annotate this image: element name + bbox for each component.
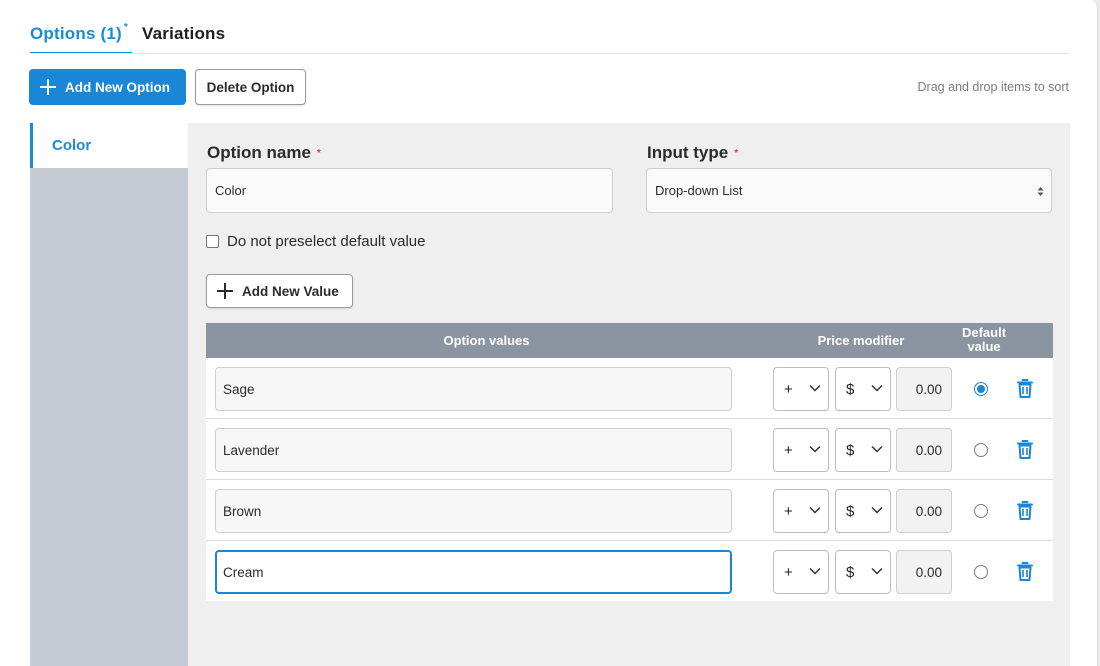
price-unit-select[interactable]: $ xyxy=(835,489,891,533)
default-value-radio[interactable] xyxy=(974,565,988,579)
preselect-row: Do not preselect default value xyxy=(206,233,425,250)
price-amount-input[interactable]: 0.00 xyxy=(896,489,952,533)
preselect-label: Do not preselect default value xyxy=(227,233,426,250)
trash-icon[interactable] xyxy=(1017,440,1033,459)
sidebar-item-color[interactable]: Color xyxy=(30,123,188,168)
header-option-values: Option values xyxy=(443,333,530,348)
add-new-option-label: Add New Option xyxy=(65,79,170,95)
tab-options-marker: * xyxy=(123,22,129,33)
option-value-input[interactable]: Brown xyxy=(215,489,732,533)
tab-variations[interactable]: Variations xyxy=(142,24,225,54)
table-row: Sage + $0.00 xyxy=(206,358,1053,419)
option-name-value: Color xyxy=(215,183,247,198)
price-sign-value: + xyxy=(784,502,793,520)
option-name-input[interactable]: Color xyxy=(206,168,613,213)
options-card: Options (1) * Variations Add New Option D… xyxy=(0,0,1098,666)
option-name-label: Option name * xyxy=(207,143,321,163)
price-unit-select[interactable]: $ xyxy=(835,367,891,411)
price-amount-value: 0.00 xyxy=(915,503,942,519)
price-unit-select[interactable]: $ xyxy=(835,428,891,472)
price-unit-value: $ xyxy=(846,441,855,459)
header-price-modifier: Price modifier xyxy=(817,333,905,348)
price-unit-value: $ xyxy=(846,380,855,398)
trash-icon[interactable] xyxy=(1017,379,1033,398)
option-value-input[interactable]: Cream xyxy=(215,550,732,594)
sort-arrows-icon xyxy=(1037,187,1044,196)
default-value-radio[interactable] xyxy=(974,504,988,518)
option-value-text: Sage xyxy=(223,381,255,397)
price-unit-value: $ xyxy=(846,502,855,520)
tabs-divider xyxy=(30,53,1069,54)
required-marker: * xyxy=(316,148,321,160)
trash-icon[interactable] xyxy=(1017,562,1033,581)
add-new-value-label: Add New Value xyxy=(242,283,339,299)
table-row: Lavender + $0.00 xyxy=(206,419,1053,480)
price-sign-value: + xyxy=(784,441,793,459)
default-value-radio[interactable] xyxy=(974,443,988,457)
input-type-value: Drop-down List xyxy=(655,183,743,198)
chevron-down-icon xyxy=(809,506,821,514)
tab-bar: Options (1) * Variations xyxy=(30,22,225,54)
options-sidebar: Color xyxy=(30,123,188,666)
tab-variations-label: Variations xyxy=(142,24,226,43)
table-body: Sage + $0.00 Lavender + $0.00 Brown + $0.00 Cream… xyxy=(206,358,1053,601)
chevron-down-icon xyxy=(871,445,883,453)
header-default-line1: Default xyxy=(961,325,1007,340)
tab-options[interactable]: Options (1) * xyxy=(30,22,133,54)
price-amount-input[interactable]: 0.00 xyxy=(896,550,952,594)
required-marker: * xyxy=(734,148,739,160)
chevron-down-icon xyxy=(809,445,821,453)
sidebar-item-label: Color xyxy=(52,137,92,154)
table-header: Option values Price modifier Default val… xyxy=(206,323,1053,358)
input-type-label-text: Input type xyxy=(647,143,729,162)
input-type-label: Input type * xyxy=(647,143,738,163)
add-new-option-button[interactable]: Add New Option xyxy=(29,69,186,105)
price-sign-select[interactable]: + xyxy=(773,550,829,594)
preselect-checkbox[interactable] xyxy=(206,235,219,248)
price-sign-select[interactable]: + xyxy=(773,367,829,411)
price-sign-select[interactable]: + xyxy=(773,428,829,472)
header-default-value: Default value xyxy=(944,326,1024,354)
price-amount-input[interactable]: 0.00 xyxy=(896,428,952,472)
price-amount-input[interactable]: 0.00 xyxy=(896,367,952,411)
option-value-input[interactable]: Lavender xyxy=(215,428,732,472)
price-amount-value: 0.00 xyxy=(915,381,942,397)
option-value-text: Cream xyxy=(223,564,264,580)
price-sign-select[interactable]: + xyxy=(773,489,829,533)
price-amount-value: 0.00 xyxy=(915,442,942,458)
option-value-text: Lavender xyxy=(223,442,280,458)
delete-option-label: Delete Option xyxy=(206,79,295,95)
chevron-down-icon xyxy=(871,384,883,392)
chevron-down-icon xyxy=(871,567,883,575)
input-type-select[interactable]: Drop-down List xyxy=(646,168,1052,213)
option-values-table: Option values Price modifier Default val… xyxy=(206,323,1053,601)
table-row: Brown + $0.00 xyxy=(206,480,1053,541)
plus-icon xyxy=(217,283,233,299)
header-default-line2: value xyxy=(967,339,1001,354)
trash-icon[interactable] xyxy=(1017,501,1033,520)
option-editor-panel: Option name * Color Input type * Drop-down… xyxy=(188,123,1070,666)
price-sign-value: + xyxy=(784,563,793,581)
add-new-value-button[interactable]: Add New Value xyxy=(206,274,353,308)
tab-options-label: Options (1) xyxy=(30,24,122,43)
price-sign-value: + xyxy=(784,380,793,398)
default-value-radio[interactable] xyxy=(974,382,988,396)
chevron-down-icon xyxy=(809,567,821,575)
option-name-label-text: Option name xyxy=(207,143,311,162)
price-amount-value: 0.00 xyxy=(915,564,942,580)
chevron-down-icon xyxy=(809,384,821,392)
sort-hint: Drag and drop items to sort xyxy=(917,80,1069,94)
table-row: Cream + $0.00 xyxy=(206,541,1053,601)
option-value-input[interactable]: Sage xyxy=(215,367,732,411)
chevron-down-icon xyxy=(871,506,883,514)
price-unit-value: $ xyxy=(846,563,855,581)
price-unit-select[interactable]: $ xyxy=(835,550,891,594)
delete-option-button[interactable]: Delete Option xyxy=(195,69,306,105)
plus-icon xyxy=(40,79,56,95)
option-value-text: Brown xyxy=(223,503,262,519)
